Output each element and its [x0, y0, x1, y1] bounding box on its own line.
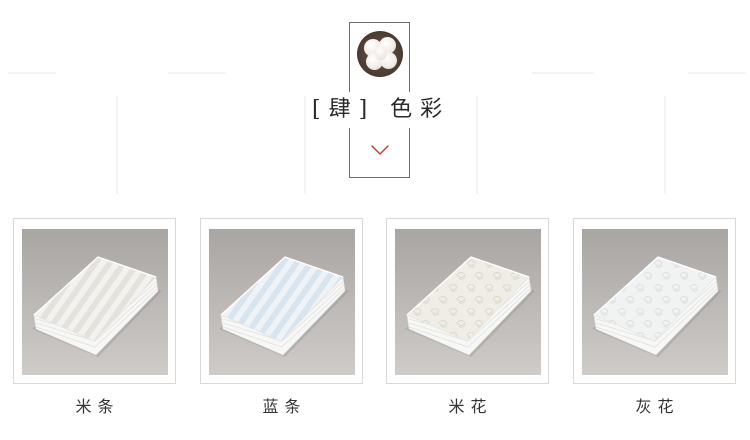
background-line — [304, 96, 306, 194]
product-photo — [582, 229, 728, 375]
background-line — [116, 96, 118, 194]
product-label[interactable]: 米条 — [16, 396, 179, 418]
product-card-beige-stripe[interactable] — [13, 218, 176, 384]
product-card-beige-floral[interactable] — [386, 218, 549, 384]
background-line — [532, 72, 594, 74]
section-title: [肆] 色彩 — [312, 97, 451, 122]
background-line — [476, 96, 478, 194]
product-label[interactable]: 米花 — [389, 396, 552, 418]
product-card-gray-floral[interactable] — [573, 218, 736, 384]
product-label[interactable]: 蓝条 — [203, 396, 366, 418]
product-photo — [395, 229, 541, 375]
quilt-illustration — [22, 229, 168, 375]
quilt-illustration — [582, 229, 728, 375]
background-line — [8, 72, 56, 74]
product-card-blue-stripe[interactable] — [200, 218, 363, 384]
quilt-illustration — [209, 229, 355, 375]
background-line — [168, 72, 226, 74]
background-line — [664, 96, 666, 194]
product-photo — [22, 229, 168, 375]
quilt-illustration — [395, 229, 541, 375]
background-line — [688, 72, 746, 74]
chevron-down-icon — [371, 145, 389, 155]
product-label[interactable]: 灰花 — [576, 396, 739, 418]
product-photo — [209, 229, 355, 375]
cotton-icon — [357, 31, 403, 77]
